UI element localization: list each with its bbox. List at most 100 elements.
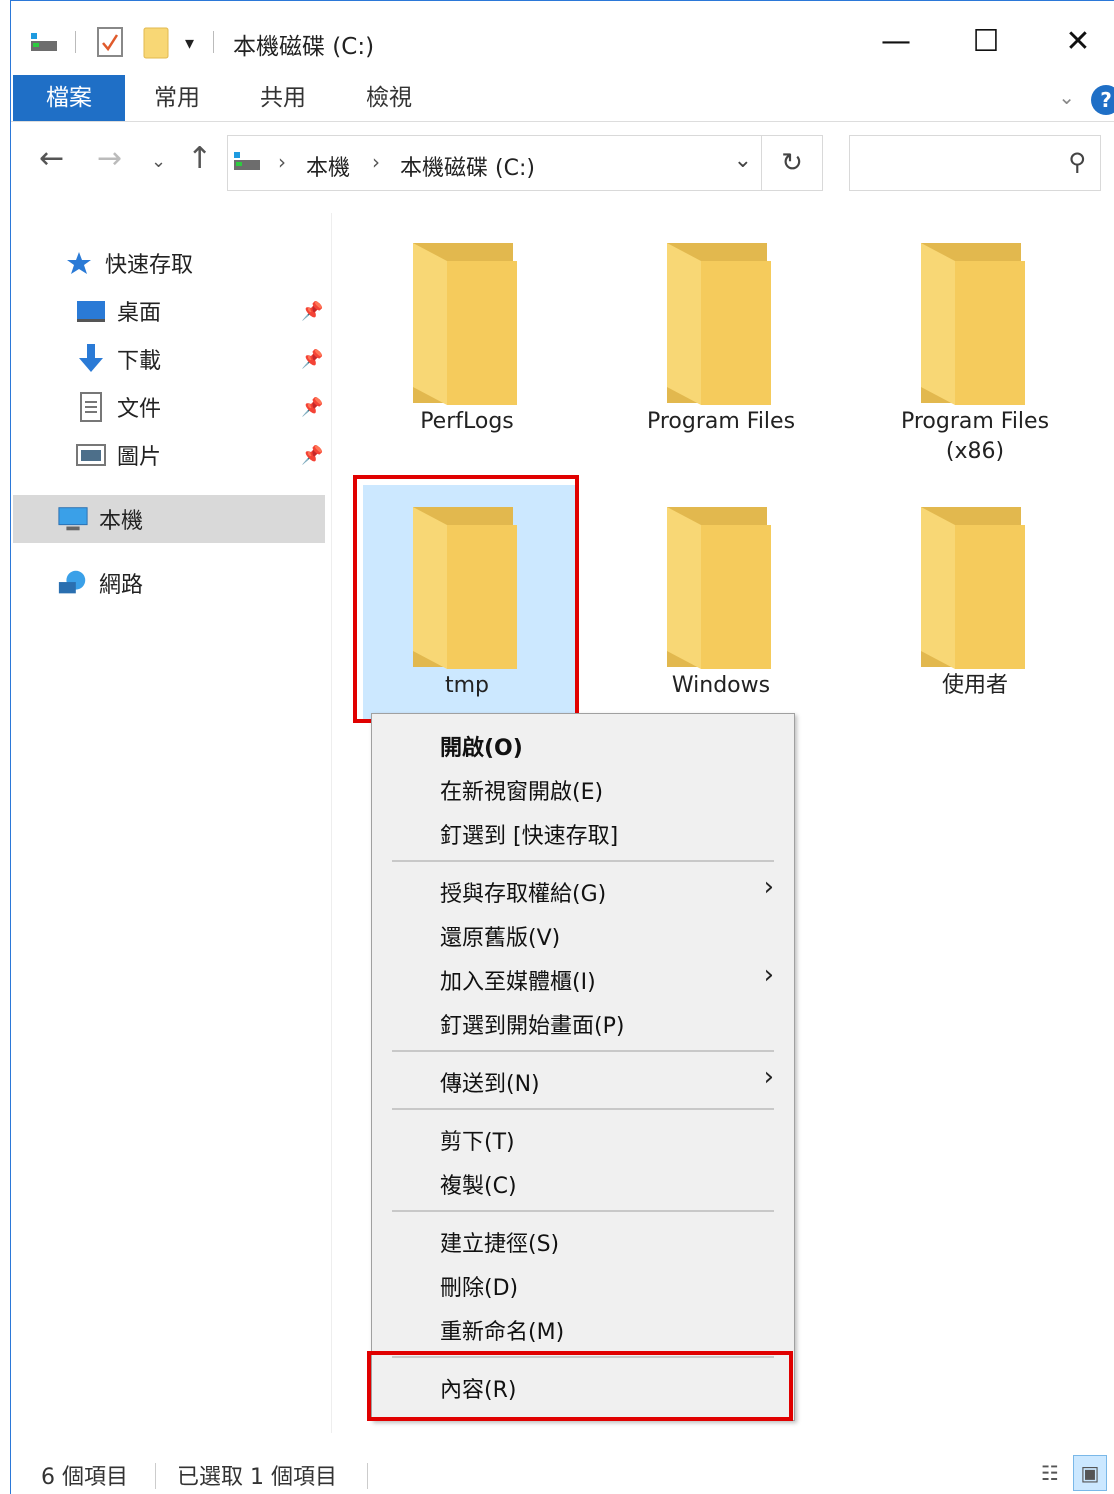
nav-item-pictures[interactable]: 圖片	[75, 431, 161, 479]
menu-item-create-shortcut[interactable]: 建立捷徑(S)	[440, 1226, 559, 1258]
folder-item[interactable]: Windows	[621, 501, 821, 701]
title-bar: ▾ 本機磁碟 (C:) — ☐ ✕	[11, 1, 1114, 75]
expand-ribbon-icon[interactable]: ⌄	[1058, 85, 1075, 109]
menu-item-delete[interactable]: 刪除(D)	[440, 1270, 518, 1302]
folder-icon	[407, 237, 527, 407]
document-icon	[75, 392, 107, 422]
nav-label: 桌面	[117, 301, 162, 326]
tab-home[interactable]: 常用	[135, 75, 219, 121]
drive-icon	[232, 150, 262, 178]
nav-item-downloads[interactable]: 下載	[75, 335, 161, 383]
folder-item[interactable]: Program Files	[621, 237, 821, 437]
status-selected-count: 已選取 1 個項目	[177, 1465, 337, 1490]
folder-icon	[661, 237, 781, 407]
folder-item[interactable]: PerfLogs	[367, 237, 567, 437]
status-item-count: 6 個項目	[41, 1465, 128, 1490]
nav-label: 網路	[99, 573, 144, 598]
computer-icon	[57, 505, 89, 533]
divider	[75, 31, 76, 53]
menu-item-rename[interactable]: 重新命名(M)	[440, 1314, 564, 1346]
menu-item-give-access[interactable]: 授與存取權給(G)	[440, 876, 606, 908]
pictures-icon	[75, 441, 107, 469]
back-arrow-icon[interactable]: ←	[39, 141, 64, 176]
breadcrumb-separator[interactable]: ›	[372, 150, 380, 174]
search-box[interactable]: ⚲	[849, 135, 1101, 191]
folder-name: Program Files	[646, 409, 796, 434]
pin-icon[interactable]: 📌	[301, 301, 323, 322]
refresh-icon[interactable]: ↻	[761, 136, 822, 190]
nav-item-desktop[interactable]: 桌面	[75, 287, 161, 335]
nav-label: 文件	[117, 397, 162, 422]
ribbon-tabs: 檔案 常用 共用 檢視 ⌄ ?	[11, 75, 1114, 122]
pin-icon[interactable]: 📌	[301, 349, 323, 370]
help-icon[interactable]: ?	[1091, 85, 1114, 115]
maximize-button[interactable]: ☐	[957, 15, 1015, 67]
folder-icon	[661, 501, 781, 671]
star-icon	[63, 249, 95, 277]
window-title: 本機磁碟 (C:)	[233, 34, 375, 60]
explorer-window: ▾ 本機磁碟 (C:) — ☐ ✕ 檔案 常用 共用 檢視 ⌄ ? ← → ⌄ …	[10, 0, 1114, 1494]
network-icon	[57, 569, 89, 597]
menu-separator	[392, 1108, 774, 1110]
highlight-box-tmp	[353, 475, 579, 723]
close-button[interactable]: ✕	[1049, 15, 1107, 67]
menu-item-open-new-window[interactable]: 在新視窗開啟(E)	[440, 774, 603, 806]
folder-name: Windows	[671, 673, 771, 698]
folder-item[interactable]: Program Files (x86)	[875, 237, 1075, 467]
nav-item-quick-access[interactable]: 快速存取	[63, 239, 193, 287]
breadcrumb-separator[interactable]: ›	[278, 150, 286, 174]
menu-item-add-to-library[interactable]: 加入至媒體櫃(I)	[440, 964, 596, 996]
menu-item-send-to[interactable]: 傳送到(N)	[440, 1066, 540, 1098]
details-view-icon[interactable]: ☷	[1033, 1455, 1067, 1491]
divider	[213, 31, 214, 53]
customize-toolbar-icon[interactable]: ▾	[185, 33, 194, 54]
nav-item-network[interactable]: 網路	[57, 559, 143, 607]
tab-share[interactable]: 共用	[241, 75, 325, 121]
submenu-arrow-icon: ›	[763, 872, 774, 902]
properties-quick-icon[interactable]	[97, 27, 123, 61]
folder-name: 使用者	[941, 673, 1008, 698]
breadcrumb-this-pc[interactable]: 本機	[306, 150, 350, 182]
menu-item-cut[interactable]: 剪下(T)	[440, 1124, 515, 1156]
forward-arrow-icon[interactable]: →	[97, 141, 122, 176]
nav-label: 下載	[117, 349, 162, 374]
menu-item-pin-start[interactable]: 釘選到開始畫面(P)	[440, 1008, 624, 1040]
pin-icon[interactable]: 📌	[301, 397, 323, 418]
address-dropdown-icon[interactable]: ⌄	[734, 148, 752, 173]
drive-icon[interactable]	[29, 31, 59, 59]
submenu-arrow-icon: ›	[763, 1062, 774, 1092]
address-bar[interactable]: › 本機 › 本機磁碟 (C:) ⌄ ↻	[227, 135, 823, 191]
download-arrow-icon	[75, 344, 107, 373]
nav-label: 圖片	[117, 445, 162, 470]
breadcrumb-drive-c[interactable]: 本機磁碟 (C:)	[400, 150, 535, 182]
menu-item-copy[interactable]: 複製(C)	[440, 1168, 517, 1200]
folder-icon	[915, 501, 1035, 671]
menu-separator	[392, 860, 774, 862]
folder-item[interactable]: 使用者	[875, 501, 1075, 701]
folder-name: PerfLogs	[420, 409, 514, 434]
status-divider	[367, 1463, 368, 1489]
folder-name: Program Files	[900, 409, 1050, 434]
desktop-icon	[75, 297, 107, 325]
menu-item-restore-versions[interactable]: 還原舊版(V)	[440, 920, 560, 952]
large-icons-view-icon[interactable]: ▣	[1073, 1455, 1107, 1491]
context-menu: 開啟(O) 在新視窗開啟(E) 釘選到 [快速存取] 授與存取權給(G) › 還…	[371, 713, 795, 1421]
nav-label: 快速存取	[105, 253, 194, 278]
nav-item-this-pc[interactable]: 本機	[57, 495, 143, 543]
recent-locations-icon[interactable]: ⌄	[151, 151, 166, 172]
menu-item-pin-quick-access[interactable]: 釘選到 [快速存取]	[440, 818, 618, 850]
submenu-arrow-icon: ›	[763, 960, 774, 990]
tab-view[interactable]: 檢視	[347, 75, 431, 121]
folder-icon	[915, 237, 1035, 407]
menu-separator	[392, 1210, 774, 1212]
search-icon[interactable]: ⚲	[1068, 148, 1086, 176]
up-arrow-icon[interactable]: ↑	[187, 141, 212, 176]
new-folder-quick-icon[interactable]	[143, 27, 169, 63]
navigation-pane: 快速存取 桌面 📌 下載 📌 文件 📌 圖片 📌 本機 網路	[11, 213, 332, 1433]
menu-item-open[interactable]: 開啟(O)	[440, 730, 523, 762]
minimize-button[interactable]: —	[867, 15, 925, 67]
tab-file[interactable]: 檔案	[13, 75, 125, 121]
folder-name-line2: (x86)	[945, 439, 1005, 464]
pin-icon[interactable]: 📌	[301, 445, 323, 466]
nav-item-documents[interactable]: 文件	[75, 383, 161, 431]
